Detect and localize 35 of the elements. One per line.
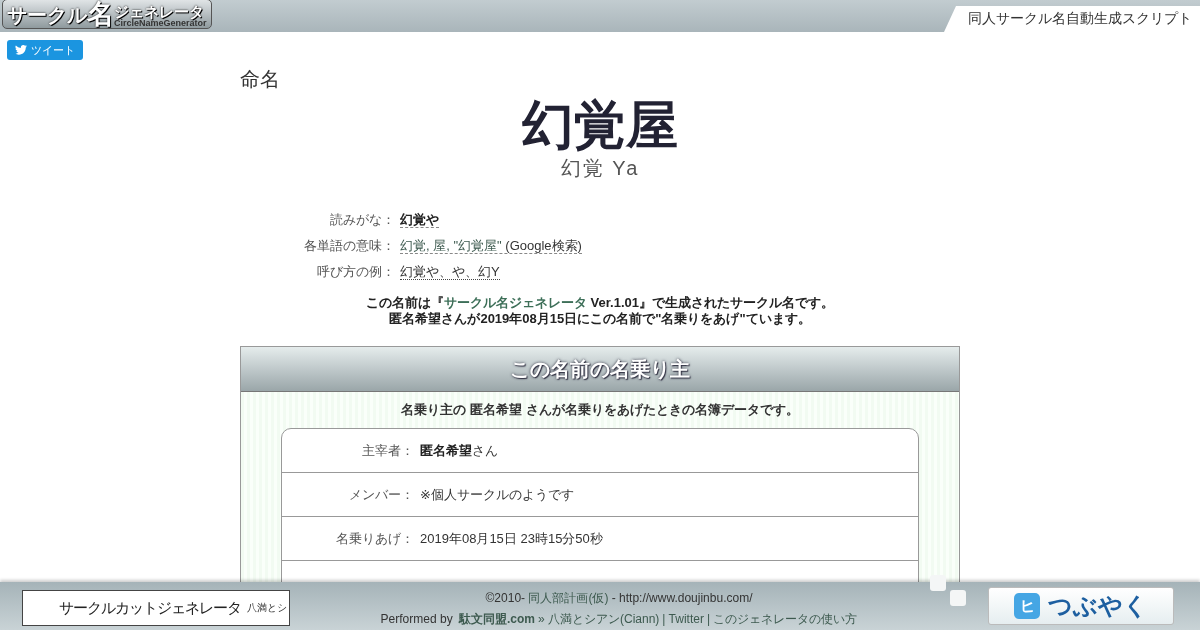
field-value: 匿名希望さん — [420, 441, 498, 460]
section-label: 命名 — [240, 67, 281, 92]
reading-value: 幻覚や — [400, 211, 439, 228]
footer-link[interactable]: | Twitter — [662, 612, 704, 626]
call-example: 幻覚や、や、幻Y — [400, 263, 500, 280]
tweet-button[interactable]: ツイート — [7, 40, 83, 60]
footer-link[interactable]: | このジェネレータの使い方 — [706, 611, 858, 628]
footer-link[interactable]: » 八満とシアン(Ciann) — [538, 611, 660, 628]
panel-title: この名前の名乗り主 — [510, 356, 690, 382]
site-tagline: 同人サークル名自動生成スクリプト — [944, 6, 1200, 32]
bird-icon — [15, 45, 27, 55]
field-label: 主宰者： — [361, 441, 415, 460]
org-link[interactable]: 同人部計画(仮) — [528, 591, 609, 605]
generation-note: この名前は『サークル名ジェネレータ Ver.1.01』で生成されたサークル名です。 — [364, 295, 836, 311]
field-value: ※個人サークルのようです — [420, 485, 574, 504]
share-button[interactable]: ヒ つぶやく — [988, 587, 1174, 625]
circle-name: 幻覚屋 — [521, 95, 679, 155]
footer-link[interactable]: 駄文同盟.com — [459, 611, 535, 628]
field-value: 2019年08月15日 23時15分50秒 — [420, 529, 603, 548]
announcement-note: 匿名希望さんが2019年08月15日にこの名前で"名乗りをあげ"ています。 — [388, 311, 812, 327]
field-label: メンバー： — [348, 485, 415, 504]
detail-label: 各単語の意味： — [303, 236, 396, 255]
performed-by: Performed by — [380, 612, 453, 626]
cut-generator-banner[interactable]: サークルカットジェネレータ 八満とシ — [22, 590, 290, 626]
detail-label: 呼び方の例： — [316, 262, 396, 281]
detail-label: 読みがな： — [329, 210, 396, 229]
small-tab[interactable] — [950, 590, 966, 606]
field-label: 名乗りあげ： — [335, 529, 415, 548]
copyright-text: ©2010- — [485, 591, 526, 605]
name-reading: 幻覚 Ya — [559, 156, 641, 181]
site-url: - http://www.doujinbu.com/ — [611, 591, 753, 605]
panel-intro: 名乗り主の 匿名希望 さんが名乗りをあげたときの名簿データです。 — [400, 401, 800, 419]
small-tab[interactable] — [930, 575, 946, 591]
word-meaning-link[interactable]: 幻覚, 屋, "幻覚屋" (Google検索) — [400, 237, 582, 254]
generator-link[interactable]: サークル名ジェネレータ — [443, 295, 587, 310]
